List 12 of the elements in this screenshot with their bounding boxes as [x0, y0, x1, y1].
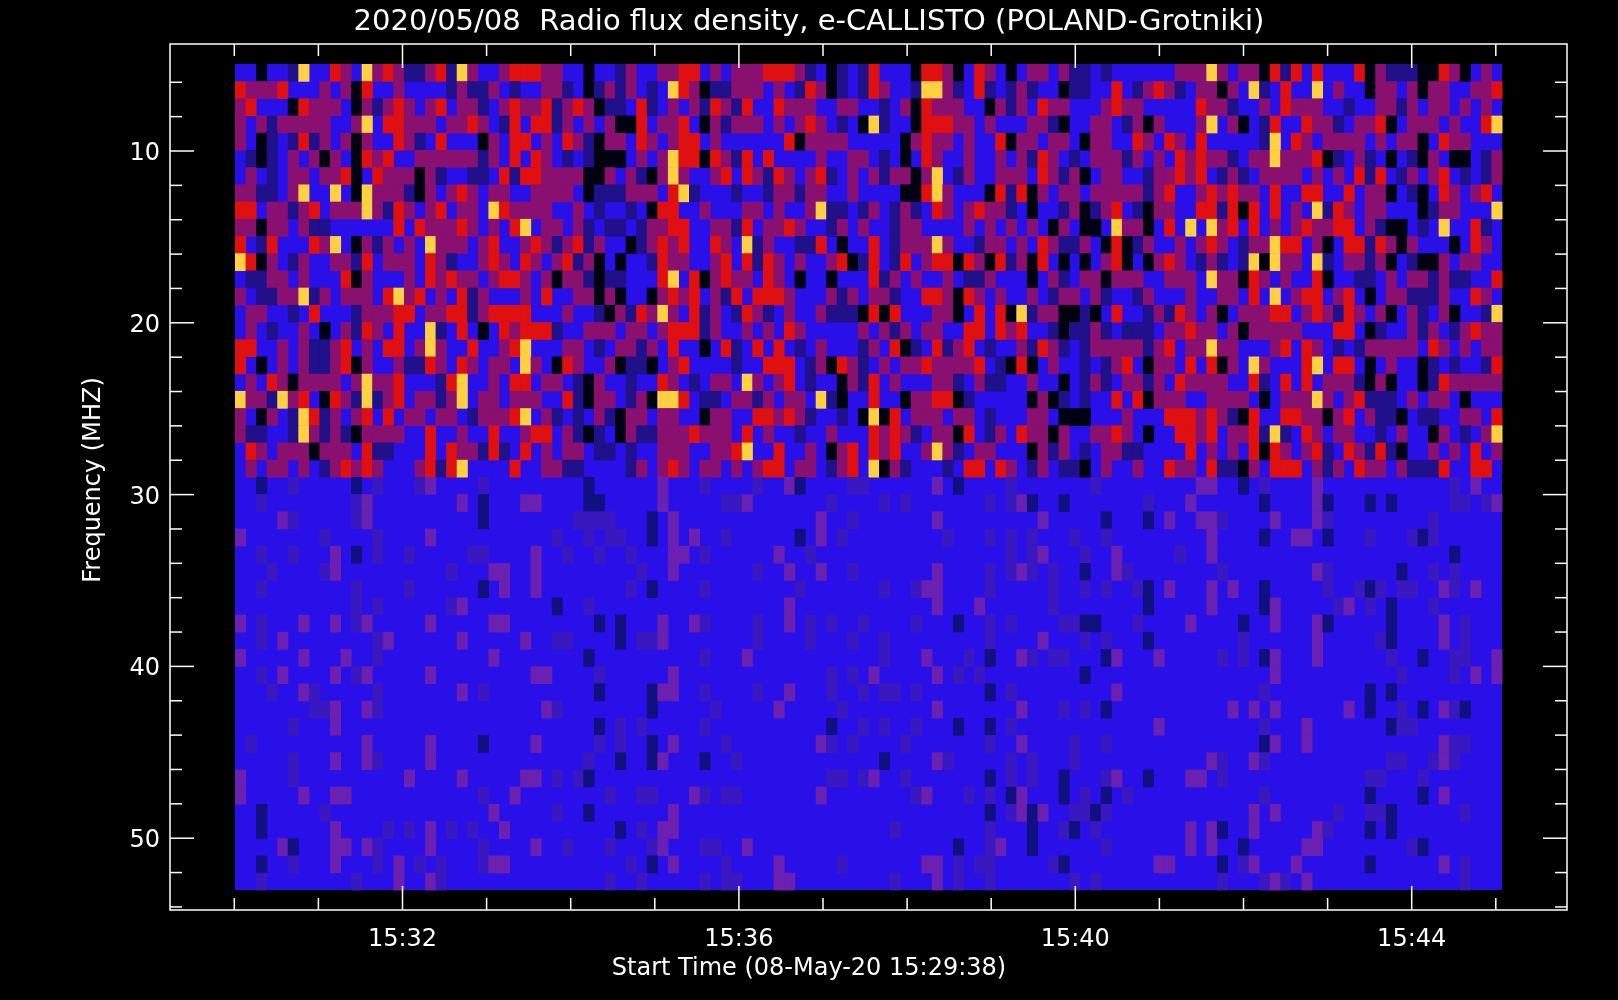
axis-tick-label: 40: [129, 653, 160, 682]
axis-tick-label: 20: [129, 309, 160, 338]
axis-tick-label: 15:36: [704, 924, 774, 952]
axis-tick-label: 50: [129, 825, 160, 854]
axis-tick-label: 15:44: [1377, 924, 1447, 952]
axis-tick-label: 10: [129, 138, 160, 166]
axis-tick-label: 15:40: [1040, 924, 1110, 952]
axis-tick-label: 30: [129, 481, 160, 510]
axis-label: Frequency (MHZ): [78, 377, 106, 583]
axis-label: Start Time (08-May-20 15:29:38): [611, 953, 1007, 981]
chart-title: 2020/05/08 Radio flux density, e-CALLISTO (POLAND-Grotniki): [353, 3, 1265, 37]
axis-tick-label: 15:32: [367, 924, 438, 952]
